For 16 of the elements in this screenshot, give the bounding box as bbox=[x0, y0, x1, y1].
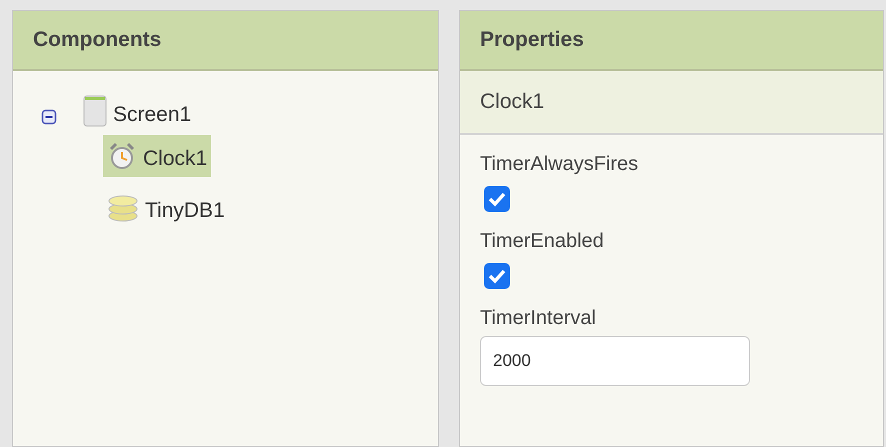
input-field[interactable]: 2000 bbox=[480, 336, 750, 386]
panel-title: Components bbox=[33, 28, 162, 52]
checkbox[interactable] bbox=[484, 186, 510, 212]
tree-item[interactable]: Screen1 bbox=[79, 91, 196, 133]
database-icon bbox=[107, 193, 139, 223]
alarm-clock-icon bbox=[107, 141, 137, 171]
collapse-icon[interactable] bbox=[41, 109, 57, 125]
property-label: TimerInterval bbox=[480, 307, 596, 330]
property-label: TimerEnabled bbox=[480, 230, 604, 253]
tree-item[interactable]: Clock1 bbox=[103, 135, 212, 177]
checkbox[interactable] bbox=[484, 263, 510, 289]
property-label: TimerAlwaysFires bbox=[480, 153, 638, 176]
component-name: Clock1 bbox=[480, 90, 544, 114]
panel-title: Properties bbox=[480, 28, 584, 52]
phone-screen-icon bbox=[83, 95, 107, 127]
tree-item[interactable]: TinyDB1 bbox=[103, 187, 229, 229]
